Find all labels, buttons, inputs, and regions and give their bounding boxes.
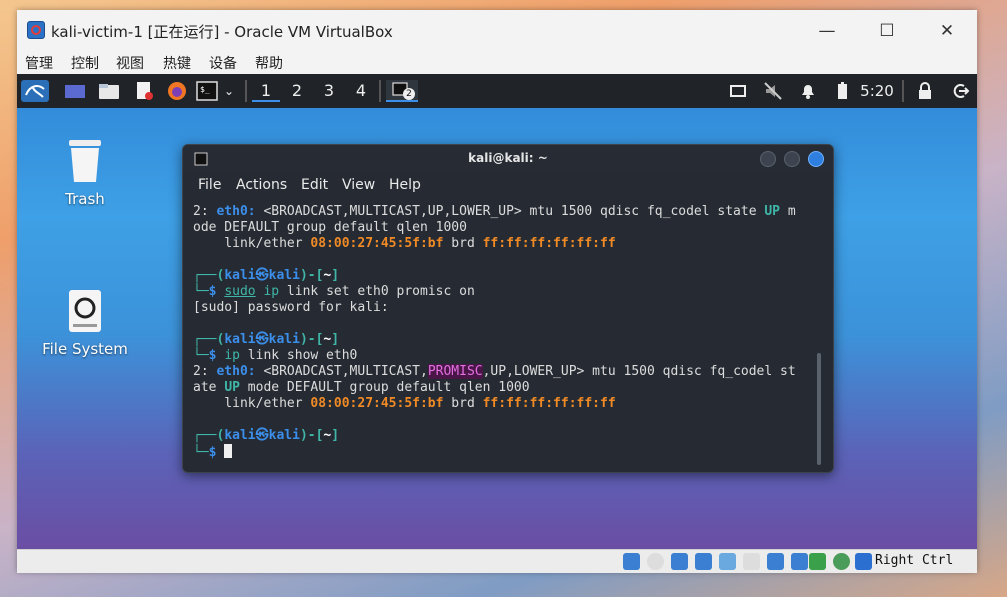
cpu-icon[interactable] [809,553,826,570]
command-line: └─$ sudo ip link set eth0 promisc on [193,284,475,299]
command-line: └─$ [193,444,823,461]
output-line: 2: eth0: <BROADCAST,MULTICAST,UP,LOWER_U… [193,204,796,219]
disk-activity-icon[interactable] [623,553,640,570]
firefox-icon[interactable] [165,80,189,102]
vbox-status-bar: Right Ctrl [17,549,977,573]
notifications-bell-icon[interactable] [797,80,819,102]
recording-icon[interactable] [791,553,808,570]
virtualbox-window: kali-victim-1 [正在运行] - Oracle VM Virtual… [17,10,977,573]
output-line: [sudo] password for kali: [193,300,389,315]
menu-hotkeys[interactable]: 热键 [163,53,191,73]
window-title: kali-victim-1 [正在运行] - Oracle VM Virtual… [51,23,393,41]
text-editor-icon[interactable] [133,80,155,102]
terminal-menu-actions[interactable]: Actions [236,177,287,193]
desktop-trash[interactable]: Trash [40,136,130,208]
volume-muted-icon[interactable] [762,80,784,102]
guest-screen: $_ ⌄ 1 2 3 4 2 5:20 Trash File System ka… [17,74,977,549]
panel-divider [902,80,904,102]
display-icon[interactable] [767,553,784,570]
workspace-2[interactable]: 2 [283,80,311,102]
workspace-4[interactable]: 4 [347,80,375,102]
prompt-line: ┌──(kali㉿kali)-[~] [193,428,340,443]
show-desktop-icon[interactable] [63,80,87,102]
terminal-menu-help[interactable]: Help [389,177,421,193]
mouse-integration-icon[interactable] [855,553,872,570]
title-bar: kali-victim-1 [正在运行] - Oracle VM Virtual… [17,10,977,52]
trash-icon [69,140,101,182]
workspace-3[interactable]: 3 [315,80,343,102]
menu-devices[interactable]: 设备 [209,53,237,73]
desktop-icon-label: Trash [65,190,105,208]
terminal-window[interactable]: kali@kali: ~ File Actions Edit View Help… [182,144,834,473]
workspace-1[interactable]: 1 [252,80,280,102]
terminal-menu-view[interactable]: View [342,177,375,193]
network-adapter-icon[interactable] [695,553,712,570]
network-icon[interactable] [727,80,749,102]
kali-panel: $_ ⌄ 1 2 3 4 2 5:20 [17,74,977,108]
panel-divider [379,80,381,102]
menu-manage[interactable]: 管理 [25,53,53,73]
terminal-minimize-button[interactable] [760,151,776,167]
battery-icon[interactable] [831,80,853,102]
terminal-menu-file[interactable]: File [198,177,221,193]
output-line: ate UP mode DEFAULT group default qlen 1… [193,380,530,395]
clock[interactable]: 5:20 [859,80,895,102]
optical-drive-icon[interactable] [647,553,664,570]
usb-icon[interactable] [719,553,736,570]
prompt-line: ┌──(kali㉿kali)-[~] [193,332,340,347]
output-line: ode DEFAULT group default qlen 1000 [193,220,467,235]
virtualbox-icon [27,21,45,39]
terminal-scrollbar[interactable] [817,353,821,465]
panel-divider [245,80,247,102]
terminal-output[interactable]: 2: eth0: <BROADCAST,MULTICAST,UP,LOWER_U… [193,204,823,461]
terminal-title: kali@kali: ~ [468,151,548,165]
host-key-label: Right Ctrl [875,553,954,568]
terminal-maximize-button[interactable] [784,151,800,167]
close-button[interactable]: ✕ [923,14,971,48]
prompt-line: ┌──(kali㉿kali)-[~] [193,268,340,283]
terminal-menu-edit[interactable]: Edit [301,177,328,193]
command-line: └─$ ip link show eth0 [193,348,358,363]
shared-folders-icon[interactable] [743,553,760,570]
guest-additions-icon[interactable] [833,553,850,570]
terminal-title-bar: kali@kali: ~ [183,145,833,173]
vbox-menubar: 管理 控制 视图 热键 设备 帮助 [17,52,977,74]
text-cursor [224,444,233,458]
menu-help[interactable]: 帮助 [255,53,283,73]
menu-control[interactable]: 控制 [71,53,99,73]
output-line: link/ether 08:00:27:45:5f:bf brd ff:ff:f… [193,236,616,251]
output-line: link/ether 08:00:27:45:5f:bf brd ff:ff:f… [193,396,616,411]
file-manager-icon[interactable] [97,80,121,102]
terminal-close-button[interactable] [808,151,824,167]
output-line: 2: eth0: <BROADCAST,MULTICAST,PROMISC,UP… [193,364,796,379]
logout-icon[interactable] [949,80,971,102]
taskbar-terminal-button[interactable]: 2 [386,80,418,102]
menu-view[interactable]: 视图 [116,53,144,73]
terminal-launcher-icon[interactable]: $_ [195,80,219,102]
task-count-badge: 2 [403,88,415,100]
svg-text:$_: $_ [200,85,210,94]
drive-icon [69,290,101,332]
lock-screen-icon[interactable] [914,80,936,102]
desktop-icon-label: File System [42,340,128,358]
promisc-flag: PROMISC [427,364,483,379]
audio-icon[interactable] [671,553,688,570]
minimize-button[interactable]: — [803,14,851,48]
chevron-down-icon[interactable]: ⌄ [221,80,237,102]
kali-menu-icon[interactable] [21,80,49,102]
desktop-file-system[interactable]: File System [40,286,130,358]
terminal-menubar: File Actions Edit View Help [183,173,833,197]
maximize-button[interactable]: ☐ [863,14,911,48]
